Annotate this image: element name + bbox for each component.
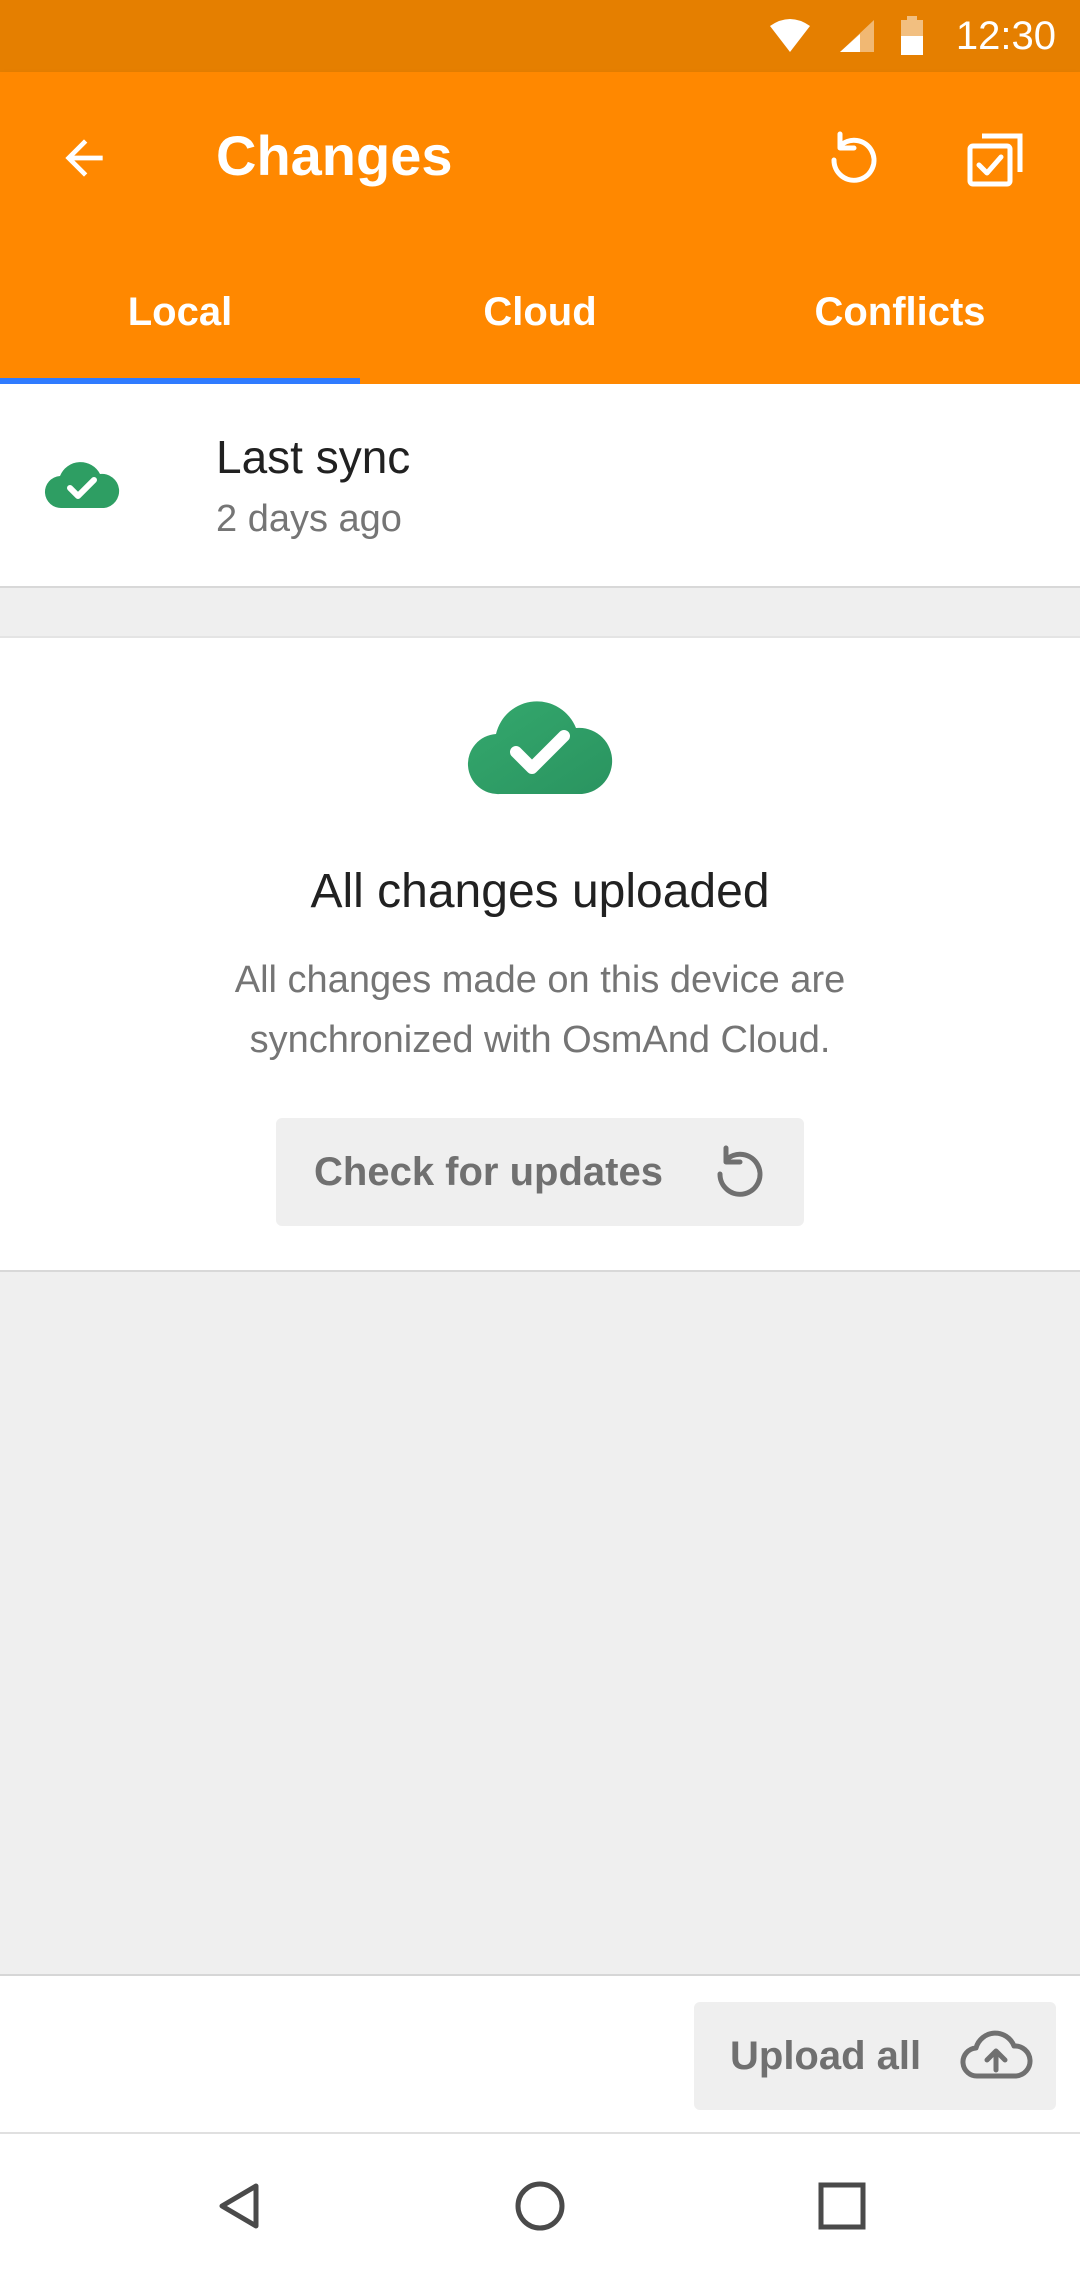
upload-all-button[interactable]: Upload all [694, 2002, 1056, 2110]
last-sync-card: Last sync 2 days ago [0, 384, 1080, 588]
upload-all-label: Upload all [730, 2034, 922, 2078]
back-triangle-icon [214, 2180, 266, 2237]
status-description: All changes made on this device are sync… [234, 959, 846, 1061]
back-button[interactable] [36, 112, 132, 208]
status-bar: 12:30 [0, 0, 1080, 72]
check-for-updates-label: Check for updates [314, 1150, 663, 1194]
tab-cloud[interactable]: Cloud [360, 240, 720, 384]
toolbar: Changes [0, 72, 1080, 240]
tab-bar: Local Cloud Conflicts [0, 240, 1080, 384]
arrow-left-icon [56, 130, 112, 191]
tab-local[interactable]: Local [0, 240, 360, 384]
nav-home-button[interactable] [492, 2160, 588, 2256]
cloud-check-icon [466, 696, 614, 801]
status-time: 12:30 [955, 13, 1056, 58]
recents-square-icon [816, 2180, 868, 2237]
cellular-signal-icon [836, 18, 876, 54]
page-title: Changes [216, 124, 453, 187]
cloud-upload-icon [958, 2024, 1034, 2093]
battery-icon [900, 16, 924, 56]
tab-label: Cloud [483, 289, 597, 334]
sync-status-card: All changes uploaded All changes made on… [0, 636, 1080, 1272]
status-heading: All changes uploaded [310, 865, 770, 918]
select-all-icon [964, 126, 1028, 195]
system-navigation-bar [0, 2134, 1080, 2280]
select-all-button[interactable] [948, 112, 1044, 208]
nav-back-button[interactable] [192, 2160, 288, 2256]
last-sync-label: Last sync [216, 431, 411, 483]
refresh-icon [706, 1140, 770, 1209]
home-circle-icon [512, 2178, 568, 2239]
bottom-action-bar: Upload all [0, 1974, 1080, 2134]
tab-conflicts[interactable]: Conflicts [720, 240, 1080, 384]
last-sync-value: 2 days ago [216, 498, 402, 540]
wifi-icon [768, 18, 812, 54]
tab-label: Conflicts [814, 289, 986, 334]
refresh-button[interactable] [804, 112, 900, 208]
app-bar: Changes Local Cloud Conflicts [0, 72, 1080, 384]
nav-recents-button[interactable] [794, 2160, 890, 2256]
refresh-icon [820, 126, 884, 195]
tab-label: Local [127, 289, 233, 334]
cloud-check-icon [44, 458, 120, 515]
check-for-updates-button[interactable]: Check for updates [276, 1118, 804, 1226]
